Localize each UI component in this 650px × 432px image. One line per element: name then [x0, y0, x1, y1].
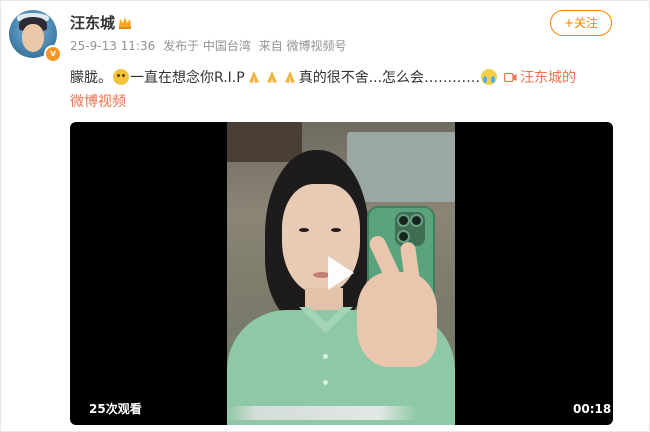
- video-duration: 00:18: [573, 402, 612, 416]
- username[interactable]: 汪东城: [70, 14, 115, 32]
- view-count: 25次观看: [89, 402, 142, 416]
- post-text-part2: 一直在想念你R.I.P: [130, 70, 245, 86]
- play-icon[interactable]: [328, 256, 354, 290]
- sad-face-icon: [113, 69, 129, 85]
- post-date[interactable]: 25-9-13 11:36: [70, 39, 155, 53]
- post-text-part3: 真的很不舍...怎么会: [298, 70, 425, 86]
- video-link[interactable]: 汪东城的: [520, 70, 576, 86]
- video-icon[interactable]: [504, 72, 517, 83]
- verified-icon: v: [44, 45, 62, 63]
- pray-hands-icon: [284, 71, 295, 83]
- post-meta: 25-9-13 11:36 发布于 中国台湾 来自 微博视频号: [70, 38, 351, 54]
- crying-face-icon: [481, 69, 498, 85]
- follow-button[interactable]: +关注: [550, 10, 612, 36]
- blurred-text-strip: [227, 406, 417, 420]
- post-text-part1: 朦胧。: [70, 70, 112, 86]
- pray-hands-icon: [248, 71, 259, 83]
- post-location: 发布于 中国台湾: [163, 39, 251, 53]
- post-text: 朦胧。 一直在想念你R.I.P 真的很不舍...怎么会………… 汪东城的微博视频: [70, 66, 615, 114]
- pray-hands-icon: [266, 71, 277, 83]
- crown-icon: [119, 17, 131, 29]
- post-source[interactable]: 来自 微博视频号: [259, 39, 347, 53]
- video-link-continued[interactable]: 微博视频: [70, 94, 126, 110]
- post-text-ellipsis: …………: [424, 70, 481, 86]
- video-player[interactable]: 25次观看 00:18: [70, 122, 613, 425]
